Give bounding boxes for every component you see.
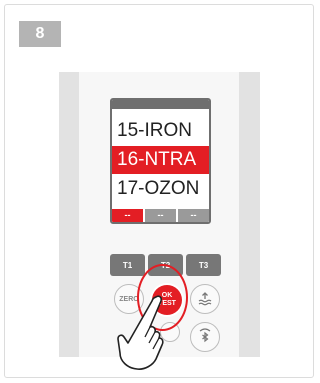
device-screen: 15-IRON 16-NTRA 17-OZON -- -- --: [110, 98, 211, 224]
step-number-badge: 8: [19, 21, 61, 47]
pointing-hand-icon: [117, 295, 164, 370]
menu-item: 17-OZON: [117, 178, 200, 199]
softkey-1: --: [112, 209, 143, 222]
softkey-bar: -- -- --: [112, 209, 209, 222]
softkey-3: --: [178, 209, 209, 222]
t1-key[interactable]: T1: [110, 254, 145, 276]
t3-key[interactable]: T3: [186, 254, 221, 276]
menu-item-selected: 16-NTRA: [112, 146, 209, 174]
bluetooth-icon: [199, 328, 211, 343]
bluetooth-button[interactable]: [190, 322, 220, 352]
menu-item: 15-IRON: [117, 120, 192, 141]
softkey-2: --: [145, 209, 176, 222]
screen-top-bar: [112, 100, 209, 109]
tilde-arrow-button[interactable]: [190, 284, 220, 314]
tilde-arrow-icon: [198, 292, 212, 306]
